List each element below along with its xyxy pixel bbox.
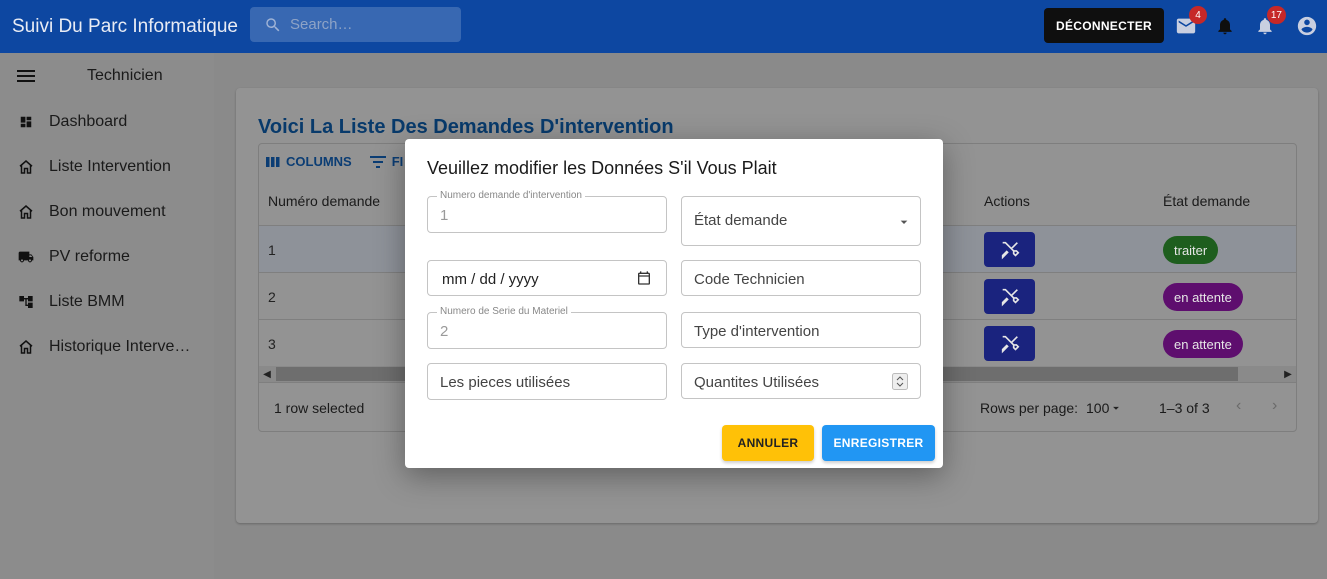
sidebar-item-label: Liste Intervention <box>49 157 171 175</box>
scroll-right-icon[interactable]: ▶ <box>1280 366 1296 382</box>
column-header-actions[interactable]: Actions <box>984 193 1030 209</box>
quantites-utilisees-field[interactable]: Quantites Utilisées <box>681 363 921 399</box>
date-field[interactable]: mm / dd / yyyy <box>427 260 667 296</box>
chevron-down-icon <box>900 220 908 224</box>
grid-toolbar: COLUMNS FI <box>266 154 421 169</box>
pagination-range: 1–3 of 3 <box>1159 400 1210 416</box>
home-icon <box>19 159 33 174</box>
column-header-numero[interactable]: Numéro demande <box>268 193 380 209</box>
etat-demande-select[interactable]: État demande <box>681 196 921 246</box>
sidebar-item-label: Bon mouvement <box>49 202 166 220</box>
column-header-etat[interactable]: État demande <box>1163 193 1250 209</box>
dialog-title: Veuillez modifier les Données S'il Vous … <box>427 158 777 178</box>
mail-button[interactable]: 4 <box>1174 6 1207 38</box>
numero-demande-label: Numero demande d'intervention <box>437 190 585 201</box>
search-icon <box>266 17 280 31</box>
account-tree-icon <box>19 295 33 308</box>
sidebar-item-label: Liste BMM <box>49 292 125 310</box>
sidebar-item-historique-intervention[interactable]: Historique Intervention <box>0 324 214 369</box>
pieces-utilisees-placeholder: Les pieces utilisées <box>440 374 571 391</box>
sidebar-item-dashboard[interactable]: Dashboard <box>0 99 214 144</box>
cell-numero: 1 <box>268 242 276 258</box>
quantites-utilisees-placeholder: Quantites Utilisées <box>694 374 820 391</box>
numero-serie-label: Numero de Serie du Materiel <box>437 306 571 317</box>
number-stepper-icon[interactable] <box>892 373 908 390</box>
code-technicien-placeholder: Code Technicien <box>694 271 805 288</box>
pieces-utilisees-field[interactable]: Les pieces utilisées <box>427 363 667 400</box>
chevron-down-icon <box>1113 406 1120 410</box>
menu-icon[interactable] <box>17 69 35 83</box>
columns-label: COLUMNS <box>286 154 352 169</box>
top-app-bar: Suivi Du Parc Informatique DÉCONNECTER 4… <box>0 0 1327 53</box>
cell-numero: 3 <box>268 336 276 352</box>
page-title: Voici La Liste Des Demandes D'interventi… <box>258 116 674 138</box>
filter-icon <box>369 155 386 168</box>
mail-badge: 4 <box>1189 6 1207 24</box>
code-technicien-field[interactable]: Code Technicien <box>681 260 921 296</box>
edit-button[interactable] <box>984 279 1035 314</box>
filters-label: FI <box>391 154 404 169</box>
edit-button[interactable] <box>984 232 1035 267</box>
rows-per-page-label: Rows per page: <box>980 400 1079 416</box>
sidebar-item-label: PV reforme <box>49 247 130 265</box>
type-intervention-field[interactable]: Type d'intervention <box>681 312 921 348</box>
dashboard-icon <box>20 116 32 127</box>
sidebar-item-liste-bmm[interactable]: Liste BMM <box>0 279 214 324</box>
view-column-icon <box>266 156 280 167</box>
edit-dialog: Veuillez modifier les Données S'il Vous … <box>405 139 943 468</box>
truck-icon <box>18 251 34 262</box>
sidebar-item-pv-reforme[interactable]: PV reforme <box>0 234 214 279</box>
status-badge: traiter <box>1163 236 1219 264</box>
bell-icon <box>1218 18 1232 35</box>
sidebar-item-liste-intervention[interactable]: Liste Intervention <box>0 144 214 189</box>
search-box[interactable] <box>250 7 461 42</box>
numero-serie-field[interactable]: Numero de Serie du Materiel 2 <box>427 306 667 349</box>
notifications-badge: 17 <box>1266 6 1286 24</box>
numero-demande-value: 1 <box>440 207 449 224</box>
cancel-button[interactable]: ANNULER <box>722 425 814 461</box>
sidebar-header: Technicien <box>0 53 214 99</box>
calendar-icon[interactable] <box>636 270 652 286</box>
app-title: Suivi Du Parc Informatique <box>12 15 238 37</box>
cell-numero: 2 <box>268 289 276 305</box>
selected-count: 1 row selected <box>274 400 365 416</box>
type-intervention-placeholder: Type d'intervention <box>694 323 820 340</box>
build-icon <box>1001 241 1019 259</box>
etat-demande-placeholder: État demande <box>694 212 788 229</box>
sidebar-title: Technicien <box>87 67 163 84</box>
search-input[interactable] <box>290 16 450 33</box>
date-placeholder: mm / dd / yyyy <box>442 271 539 288</box>
account-button[interactable] <box>1295 14 1319 38</box>
logout-button[interactable]: DÉCONNECTER <box>1044 8 1164 43</box>
previous-page-icon[interactable]: ‹ <box>1236 397 1241 415</box>
sidebar-item-bon-mouvement[interactable]: Bon mouvement <box>0 189 214 234</box>
build-icon <box>1001 335 1019 353</box>
numero-demande-field[interactable]: Numero demande d'intervention 1 <box>427 190 667 233</box>
home-icon <box>19 204 33 219</box>
status-badge: en attente <box>1163 283 1243 311</box>
numero-serie-value: 2 <box>440 323 449 340</box>
account-circle-icon <box>1297 16 1317 36</box>
next-page-icon[interactable]: › <box>1272 397 1277 415</box>
home-icon <box>19 339 33 354</box>
notifications-button[interactable]: 17 <box>1253 6 1286 38</box>
rows-per-page-value: 100 <box>1086 400 1110 416</box>
rows-per-page-select[interactable]: 100 <box>1086 400 1123 416</box>
bell-button[interactable] <box>1213 14 1237 38</box>
filters-button[interactable]: FI <box>369 154 404 169</box>
save-button[interactable]: ENREGISTRER <box>822 425 935 461</box>
scroll-left-icon[interactable]: ◀ <box>259 366 275 382</box>
sidebar: Technicien Dashboard Liste Intervention … <box>0 53 214 579</box>
sidebar-item-label: Dashboard <box>49 112 128 130</box>
columns-button[interactable]: COLUMNS <box>266 154 352 169</box>
sidebar-item-label: Historique Intervention <box>49 337 193 355</box>
status-badge: en attente <box>1163 330 1243 358</box>
build-icon <box>1001 288 1019 306</box>
edit-button[interactable] <box>984 326 1035 361</box>
